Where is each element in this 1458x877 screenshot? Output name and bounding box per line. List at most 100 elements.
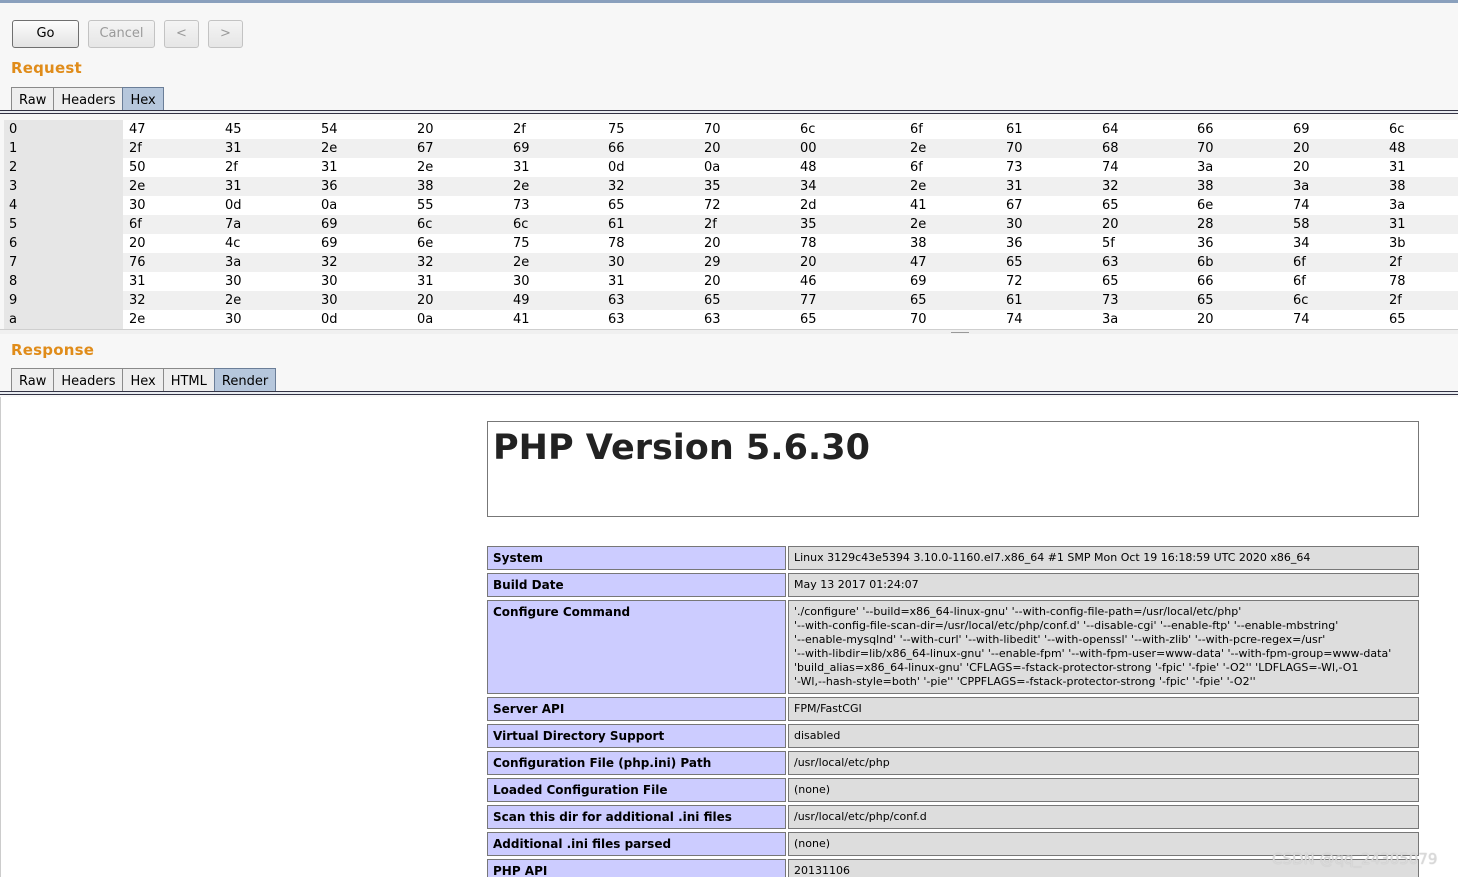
hex-cell[interactable]: 70 [1006,139,1023,158]
hex-cell[interactable]: 48 [800,158,817,177]
hex-cell[interactable]: 66 [1197,120,1214,139]
hex-cell[interactable]: 32 [321,253,338,272]
hex-cell[interactable]: 3a [1197,158,1213,177]
hex-cell[interactable]: 61 [608,215,625,234]
hex-cell[interactable]: 67 [1006,196,1023,215]
hex-cell[interactable]: 34 [800,177,817,196]
render-view[interactable]: PHP Version 5.6.30 System Linux 3129c43e5… [0,397,1458,877]
hex-cell[interactable]: 6c [1389,120,1404,139]
hex-cell[interactable]: 0a [417,310,433,329]
hex-cell[interactable]: 58 [1293,215,1310,234]
go-button[interactable]: Go [12,20,79,48]
hex-cell[interactable]: 4c [225,234,240,253]
hex-row[interactable]: a 2e 30 0d 0a 41 63 63 65 70 74 3a 20 74 65 [4,310,1458,329]
hex-cell[interactable]: 2e [910,139,926,158]
hex-cell[interactable]: 2e [417,158,433,177]
hex-cell[interactable]: 30 [225,272,242,291]
hex-cell[interactable]: 69 [910,272,927,291]
hex-cell[interactable]: 38 [910,234,927,253]
hex-cell[interactable]: 63 [1102,253,1119,272]
hex-cell[interactable]: 64 [1102,120,1119,139]
hex-cell[interactable]: 2f [513,120,526,139]
hex-cell[interactable]: 20 [417,120,434,139]
hex-cell[interactable]: 30 [1006,215,1023,234]
hex-cell[interactable]: 47 [129,120,146,139]
hex-cell[interactable]: 31 [417,272,434,291]
hex-cell[interactable]: 74 [1102,158,1119,177]
hex-cell[interactable]: 30 [321,272,338,291]
hex-cell[interactable]: 2e [321,139,337,158]
hex-cell[interactable]: 75 [513,234,530,253]
hex-cell[interactable]: 20 [1293,158,1310,177]
hex-cell[interactable]: 30 [129,196,146,215]
hex-cell[interactable]: 6f [1293,272,1306,291]
hex-cell[interactable]: 63 [704,310,721,329]
hex-cell[interactable]: 31 [225,139,242,158]
hex-cell[interactable]: 6f [910,158,923,177]
hex-row[interactable]: 8 31 30 30 31 30 31 20 46 69 72 65 66 6f 78 [4,272,1458,291]
hex-cell[interactable]: 2e [513,253,529,272]
hex-cell[interactable]: 74 [1006,310,1023,329]
hex-cell[interactable]: 65 [800,310,817,329]
hex-cell[interactable]: 6c [1293,291,1308,310]
hex-row[interactable]: 5 6f 7a 69 6c 6c 61 2f 35 2e 30 20 28 58 31 [4,215,1458,234]
hex-cell[interactable]: 3b [1389,234,1406,253]
hex-row[interactable]: 4 30 0d 0a 55 73 65 72 2d 41 67 65 6e 74 3a [4,196,1458,215]
hex-cell[interactable]: 2e [129,310,145,329]
hex-cell[interactable]: 61 [1006,120,1023,139]
hex-cell[interactable]: 6c [513,215,528,234]
hex-cell[interactable]: 45 [225,120,242,139]
hex-cell[interactable]: 20 [129,234,146,253]
hex-cell[interactable]: 29 [704,253,721,272]
hex-cell[interactable]: 65 [910,291,927,310]
hex-cell[interactable]: 2f [1389,253,1402,272]
hex-cell[interactable]: 2e [513,177,529,196]
hex-cell[interactable]: 3a [1102,310,1118,329]
hex-cell[interactable]: 6f [910,120,923,139]
hex-cell[interactable]: 3a [1293,177,1309,196]
hex-cell[interactable]: 65 [608,196,625,215]
hex-cell[interactable]: 70 [910,310,927,329]
hex-cell[interactable]: 32 [417,253,434,272]
hex-cell[interactable]: 74 [1293,310,1310,329]
hex-cell[interactable]: 65 [1197,291,1214,310]
hex-cell[interactable]: 70 [1197,139,1214,158]
hex-cell[interactable]: 32 [1102,177,1119,196]
hex-cell[interactable]: 49 [513,291,530,310]
hex-cell[interactable]: 2e [225,291,241,310]
hex-cell[interactable]: 2e [129,177,145,196]
hex-cell[interactable]: 63 [608,310,625,329]
hex-row[interactable]: 7 76 3a 32 32 2e 30 29 20 47 65 63 6b 6f 2f [4,253,1458,272]
hex-cell[interactable]: 32 [608,177,625,196]
hex-cell[interactable]: 78 [800,234,817,253]
hex-cell[interactable]: 38 [1389,177,1406,196]
hex-cell[interactable]: 69 [513,139,530,158]
hex-cell[interactable]: 50 [129,158,146,177]
hex-cell[interactable]: 46 [800,272,817,291]
hex-cell[interactable]: 36 [1006,234,1023,253]
hex-cell[interactable]: 2f [129,139,142,158]
hex-cell[interactable]: 67 [417,139,434,158]
forward-button[interactable]: > [208,20,243,48]
hex-cell[interactable]: 20 [1102,215,1119,234]
hex-cell[interactable]: 2d [800,196,817,215]
hex-cell[interactable]: 20 [417,291,434,310]
hex-cell[interactable]: 20 [1293,139,1310,158]
hex-cell[interactable]: 74 [1293,196,1310,215]
hex-cell[interactable]: 2e [910,177,926,196]
hex-cell[interactable]: 77 [800,291,817,310]
hex-cell[interactable]: 54 [321,120,338,139]
hex-cell[interactable]: 20 [800,253,817,272]
hex-cell[interactable]: 65 [1389,310,1406,329]
hex-cell[interactable]: 2f [704,215,717,234]
hex-cell[interactable]: 69 [321,234,338,253]
hex-cell[interactable]: 55 [417,196,434,215]
hex-cell[interactable]: 20 [704,139,721,158]
hex-row[interactable]: 3 2e 31 36 38 2e 32 35 34 2e 31 32 38 3a 38 [4,177,1458,196]
hex-cell[interactable]: 65 [1102,196,1119,215]
hex-cell[interactable]: 6b [1197,253,1214,272]
hex-cell[interactable]: 63 [608,291,625,310]
hex-cell[interactable]: 5f [1102,234,1115,253]
hex-cell[interactable]: 31 [129,272,146,291]
hex-cell[interactable]: 0d [321,310,338,329]
